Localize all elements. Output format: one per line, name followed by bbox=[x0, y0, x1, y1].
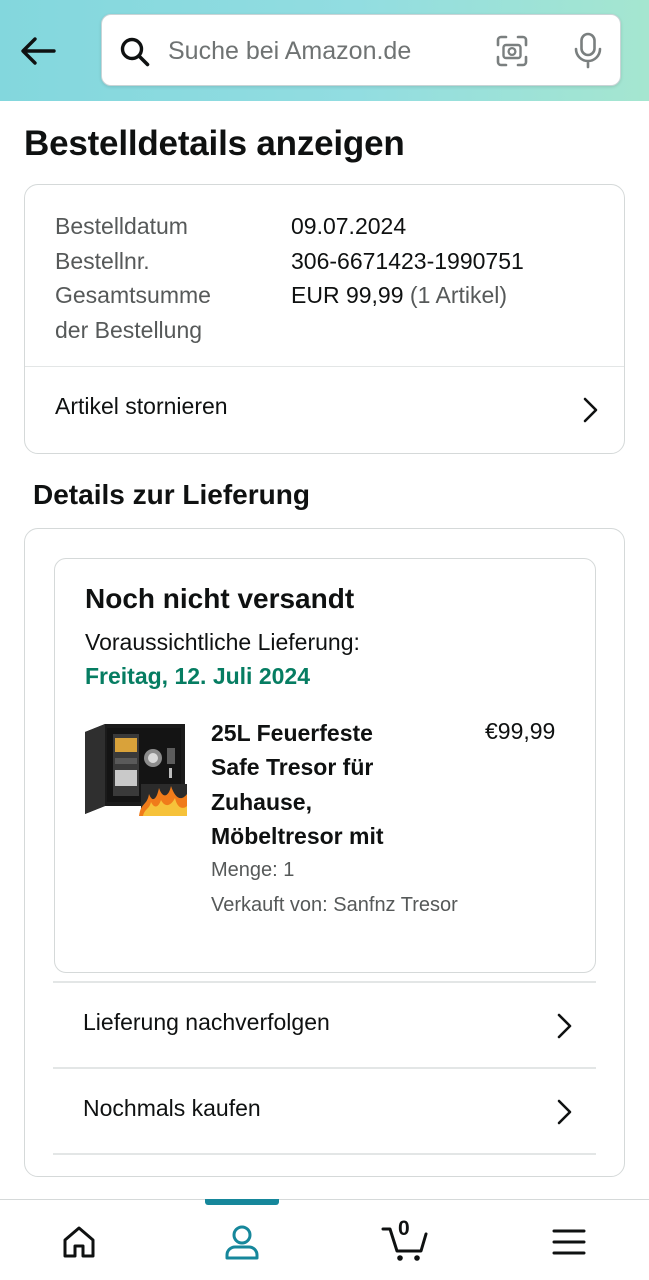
product-title-line: Safe Tresor für bbox=[211, 754, 374, 781]
order-number-label: Bestellnr. bbox=[55, 247, 150, 274]
track-delivery-label: Lieferung nachverfolgen bbox=[83, 1009, 330, 1035]
chevron-right-icon bbox=[557, 1099, 572, 1125]
product-title-line: Möbeltresor mit bbox=[211, 822, 384, 849]
order-total-amount: EUR 99,99 bbox=[291, 282, 404, 308]
eta-label: Voraussichtliche Lieferung: bbox=[85, 629, 360, 655]
back-button[interactable] bbox=[18, 34, 58, 68]
cart-count-badge: 0 bbox=[398, 1217, 410, 1240]
account-icon bbox=[225, 1225, 259, 1260]
order-date-value: 09.07.2024 bbox=[291, 213, 407, 239]
app-header bbox=[0, 0, 649, 101]
order-number-value: 306-6671423-1990751 bbox=[291, 247, 524, 274]
product-title[interactable]: 25L Feuerfeste Safe Tresor für Zuhause, … bbox=[211, 716, 471, 853]
order-number-row: Bestellnr. 306-6671423-1990751 bbox=[55, 244, 524, 279]
order-total-label: Gesamtsumme bbox=[55, 282, 211, 308]
product-title-line: 25L Feuerfeste bbox=[211, 720, 373, 746]
bottom-navigation: 0 bbox=[0, 1199, 649, 1280]
product-seller: Verkauft von: Sanfnz Tresor bbox=[211, 894, 458, 916]
order-summary-card: Bestelldatum 09.07.2024 Bestellnr. 306-6… bbox=[24, 184, 625, 454]
order-total-value: EUR 99,99 (1 Artikel) bbox=[291, 278, 507, 313]
order-date-row: Bestelldatum 09.07.2024 bbox=[55, 209, 524, 244]
nav-menu-button[interactable] bbox=[539, 1216, 599, 1268]
track-delivery-row[interactable]: Lieferung nachverfolgen bbox=[53, 981, 596, 1067]
cancel-items-label: Artikel stornieren bbox=[55, 393, 228, 419]
chevron-right-icon bbox=[557, 1013, 572, 1039]
shipment-status: Noch nicht versandt bbox=[85, 583, 355, 614]
product-title-line: Zuhause, bbox=[211, 788, 312, 815]
home-icon bbox=[63, 1226, 95, 1258]
product-price: €99,99 bbox=[485, 718, 556, 744]
order-total-label-cont-row: der Bestellung bbox=[55, 313, 524, 348]
nav-home-button[interactable] bbox=[49, 1216, 109, 1268]
eta-date: Freitag, 12. Juli 2024 bbox=[85, 663, 311, 689]
order-date-label: Bestelldatum bbox=[55, 213, 188, 239]
order-info: Bestelldatum 09.07.2024 Bestellnr. 306-6… bbox=[55, 209, 524, 347]
search-input[interactable] bbox=[166, 33, 490, 69]
search-icon[interactable] bbox=[119, 36, 151, 68]
shipment-box: Noch nicht versandt Voraussichtliche Lie… bbox=[54, 558, 596, 973]
buy-again-label: Nochmals kaufen bbox=[83, 1095, 261, 1121]
delivery-section-title: Details zur Lieferung bbox=[33, 479, 310, 510]
active-tab-indicator bbox=[205, 1199, 279, 1205]
delivery-card: Noch nicht versandt Voraussichtliche Lie… bbox=[24, 528, 625, 1177]
order-item-count: (1 Artikel) bbox=[403, 282, 508, 308]
menu-icon bbox=[552, 1229, 586, 1255]
search-bar[interactable] bbox=[101, 14, 621, 86]
camera-scan-icon[interactable] bbox=[495, 34, 529, 68]
buy-again-row[interactable]: Nochmals kaufen bbox=[53, 1067, 596, 1153]
nav-account-button[interactable] bbox=[212, 1216, 272, 1268]
divider bbox=[53, 1153, 596, 1155]
cancel-items-row[interactable]: Artikel stornieren bbox=[25, 367, 624, 453]
product-quantity: Menge: 1 bbox=[211, 859, 295, 881]
nav-cart-button[interactable]: 0 bbox=[375, 1216, 435, 1268]
chevron-right-icon bbox=[583, 397, 598, 423]
arrow-left-icon bbox=[21, 37, 56, 65]
order-total-label-cont: der Bestellung bbox=[55, 316, 203, 343]
order-total-row: Gesamtsumme EUR 99,99 (1 Artikel) bbox=[55, 278, 524, 313]
microphone-icon[interactable] bbox=[571, 32, 605, 70]
page-title: Bestelldetails anzeigen bbox=[24, 124, 405, 163]
product-image[interactable] bbox=[83, 722, 189, 820]
